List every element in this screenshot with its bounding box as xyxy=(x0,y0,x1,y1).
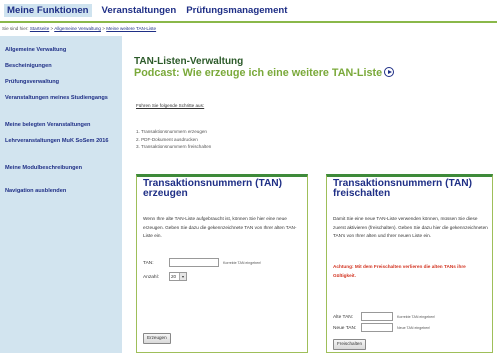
sidebar-item-bescheinigungen[interactable]: Bescheinigungen xyxy=(5,62,119,70)
panel-generate-text: Wenn Ihre alte TAN-Liste aufgebraucht is… xyxy=(143,216,297,238)
panel-activate-title: Transaktionsnummern (TAN) freischalten xyxy=(333,178,473,199)
sidebar-item-navigation-ausblenden[interactable]: Navigation ausblenden xyxy=(5,187,119,195)
sidebar-item-allgemeine-verwaltung[interactable]: Allgemeine Verwaltung xyxy=(5,46,119,54)
sidebar-item-lehrveranstaltungen[interactable]: Lehrveranstaltungen MuK SoSem 2016 xyxy=(5,137,119,145)
chevron-down-icon: ▾ xyxy=(179,273,186,280)
old-tan-input[interactable] xyxy=(361,312,393,321)
breadcrumb-tan-liste[interactable]: Meine weitere TAN-Liste xyxy=(106,26,156,31)
step-item: 3. Transaktionsnummern freischalten xyxy=(136,144,212,149)
count-select[interactable]: 20 ▾ xyxy=(169,272,187,281)
breadcrumb-prefix: Sie sind hier: xyxy=(2,26,29,31)
page-subtitle: Podcast: Wie erzeuge ich eine weitere TA… xyxy=(134,67,395,79)
header-divider xyxy=(0,21,497,23)
tan-label: TAN: xyxy=(143,261,154,266)
sidebar-item-belegte-veranstaltungen[interactable]: Meine belegten Veranstaltungen xyxy=(5,121,119,129)
breadcrumb-separator: > xyxy=(102,26,105,31)
step-item: 1. Transaktionsnummern erzeugen xyxy=(136,129,207,134)
count-value: 20 xyxy=(171,274,177,279)
breadcrumb-separator: > xyxy=(50,26,54,31)
new-tan-hint: Neue TAN eingeben! xyxy=(397,326,431,330)
panel-generate-title: Transaktionsnummern (TAN) erzeugen xyxy=(143,178,283,199)
old-tan-label: Alte TAN: xyxy=(333,315,354,320)
activate-button[interactable]: Freischalten xyxy=(333,339,367,350)
generate-button[interactable]: Erzeugen xyxy=(143,333,171,344)
sidebar-item-pruefungsverwaltung[interactable]: Prüfungsverwaltung xyxy=(5,78,119,86)
nav-meine-funktionen[interactable]: Meine Funktionen xyxy=(4,4,92,17)
breadcrumb-allgemeine-verwaltung[interactable]: Allgemeine Verwaltung xyxy=(54,26,101,31)
steps-intro: Führen Sie folgende Schritte aus: xyxy=(136,103,205,108)
activate-warning: Achtung: Mit dem Freischalten verlieren … xyxy=(333,264,466,278)
nav-pruefungsmanagement[interactable]: Prüfungsmanagement xyxy=(186,5,287,17)
panel-activate-text: Damit Sie eine neue TAN-Liste verwenden … xyxy=(333,216,488,238)
panel-generate-tan: Transaktionsnummern (TAN) erzeugen Wenn … xyxy=(136,174,308,353)
sidebar-item-modulbeschreibungen[interactable]: Meine Modulbeschreibungen xyxy=(5,164,119,172)
podcast-link[interactable]: Podcast: Wie erzeuge ich eine weitere TA… xyxy=(134,67,382,79)
new-tan-input[interactable] xyxy=(361,323,393,332)
new-tan-label: Neue TAN: xyxy=(333,326,357,331)
count-label: Anzahl: xyxy=(143,275,159,280)
play-circle-icon[interactable] xyxy=(384,67,395,78)
sidebar: Allgemeine Verwaltung Bescheinigungen Pr… xyxy=(0,36,122,353)
breadcrumb: Sie sind hier: Startseite > Allgemeine V… xyxy=(2,26,156,31)
tan-hint: Korrekte TAN eingeben! xyxy=(223,261,262,265)
step-item: 2. PDF-Dokument ausdrucken xyxy=(136,136,198,142)
main-content: TAN-Listen-Verwaltung Podcast: Wie erzeu… xyxy=(122,36,497,353)
old-tan-hint: Korrekte TAN eingeben! xyxy=(397,315,436,319)
panel-activate-tan: Transaktionsnummern (TAN) freischalten D… xyxy=(326,174,493,353)
sidebar-item-veranstaltungen-studiengang[interactable]: Veranstaltungen meines Studiengangs xyxy=(5,94,119,102)
page-title: TAN-Listen-Verwaltung xyxy=(134,56,244,67)
steps-list: 1. Transaktionsnummern erzeugen 2. PDF-D… xyxy=(136,128,211,151)
top-navigation: Meine Funktionen Veranstaltungen Prüfung… xyxy=(0,0,497,21)
tan-input[interactable] xyxy=(169,258,219,267)
nav-veranstaltungen[interactable]: Veranstaltungen xyxy=(102,5,177,17)
breadcrumb-startseite[interactable]: Startseite xyxy=(30,26,49,31)
